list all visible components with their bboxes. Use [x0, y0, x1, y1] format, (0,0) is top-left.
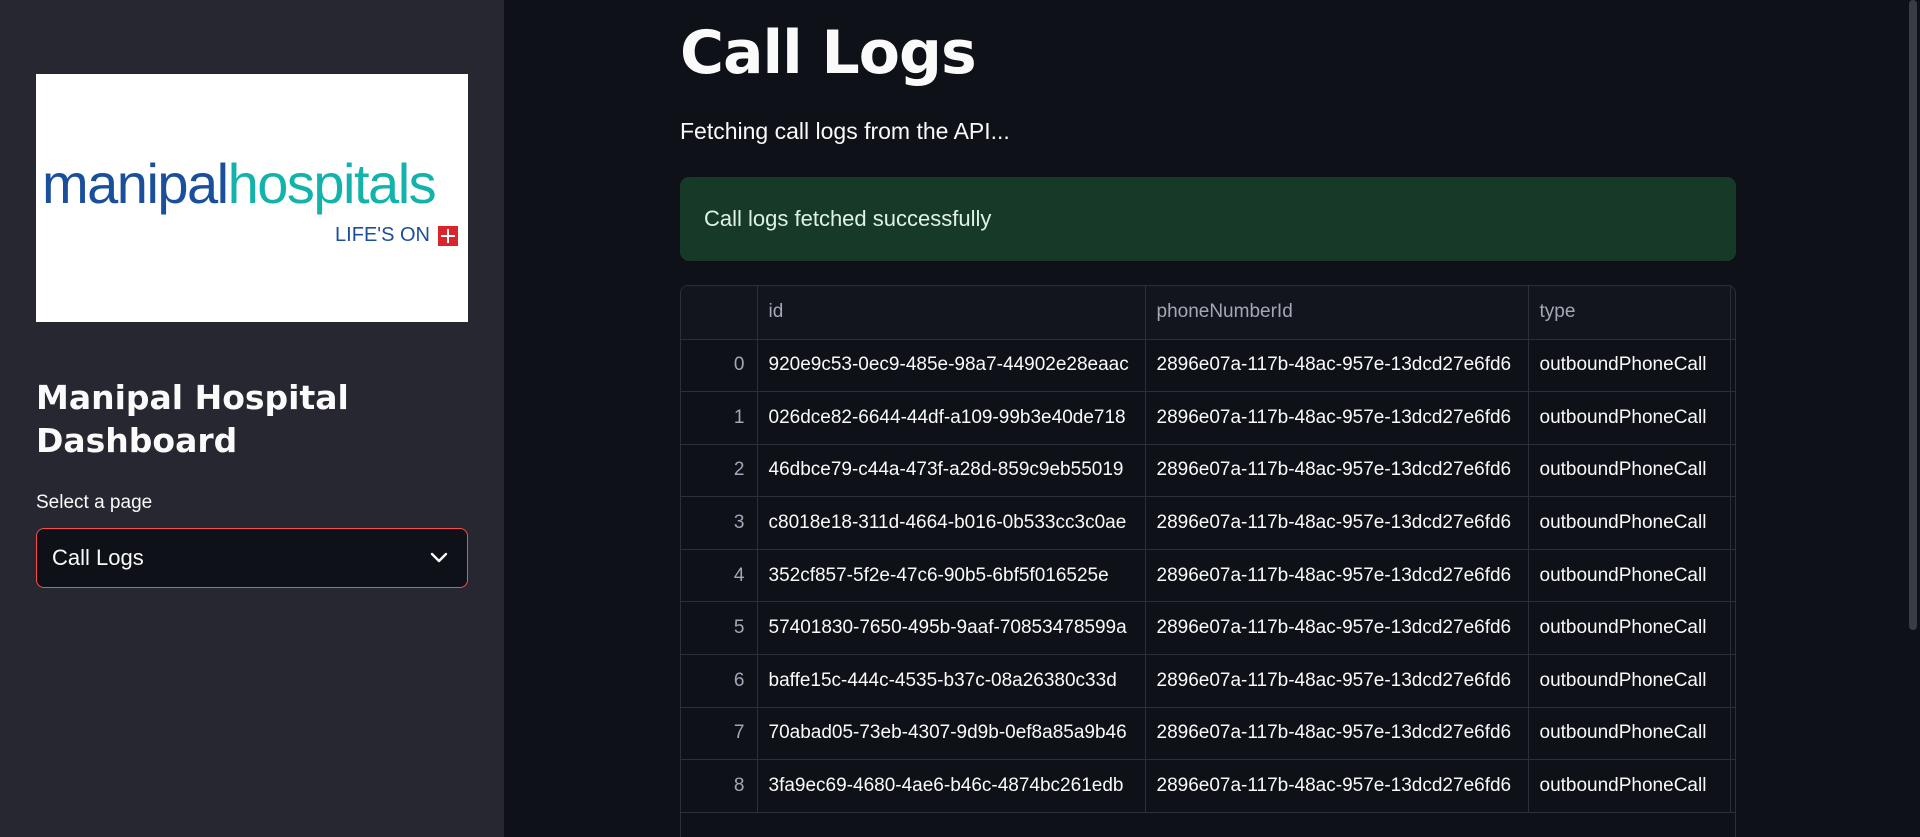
cell-type[interactable]: outboundPhoneCall	[1528, 496, 1731, 550]
table-row[interactable]: 3 c8018e18-311d-4664-b016-0b533cc3c0ae 2…	[681, 496, 1735, 550]
manipal-hospitals-logo: manipalhospitals LIFE'S ON	[36, 74, 468, 322]
row-index: 3	[681, 496, 758, 550]
cell-id[interactable]: baffe15c-444c-4535-b37c-08a26380c33d	[757, 654, 1146, 708]
cell-overflow	[1730, 601, 1735, 656]
cell-phone-number-id[interactable]: 2896e07a-117b-48ac-957e-13dcd27e6fd6	[1145, 391, 1529, 445]
select-page-label: Select a page	[36, 492, 153, 513]
main-content: Call Logs Fetching call logs from the AP…	[504, 0, 1920, 837]
cell-id[interactable]: 57401830-7650-495b-9aaf-70853478599a	[757, 601, 1146, 656]
row-index: 8	[681, 759, 758, 813]
table-row[interactable]: 5 57401830-7650-495b-9aaf-70853478599a 2…	[681, 601, 1735, 656]
cell-phone-number-id[interactable]: 2896e07a-117b-48ac-957e-13dcd27e6fd6	[1145, 444, 1529, 498]
table-row[interactable]: 4 352cf857-5f2e-47c6-90b5-6bf5f016525e 2…	[681, 549, 1735, 603]
cell-type[interactable]: outboundPhoneCall	[1528, 391, 1731, 445]
cell-overflow	[1730, 707, 1735, 761]
page-title: Call Logs	[680, 18, 977, 88]
row-index: 6	[681, 654, 758, 708]
cell-overflow	[1730, 549, 1735, 603]
page-scrollbar[interactable]	[1906, 0, 1920, 837]
cell-id[interactable]: 352cf857-5f2e-47c6-90b5-6bf5f016525e	[757, 549, 1146, 603]
cell-phone-number-id[interactable]: 2896e07a-117b-48ac-957e-13dcd27e6fd6	[1145, 549, 1529, 603]
cell-type[interactable]: outboundPhoneCall	[1528, 759, 1731, 813]
chevron-down-icon[interactable]	[429, 551, 449, 565]
sidebar-title: Manipal Hospital Dashboard	[36, 378, 349, 460]
cell-type[interactable]: outboundPhoneCall	[1528, 707, 1731, 761]
success-alert: Call logs fetched successfully	[680, 177, 1736, 261]
scrollbar-thumb[interactable]	[1909, 0, 1917, 630]
row-index: 7	[681, 707, 758, 761]
row-index: 1	[681, 391, 758, 445]
table-row[interactable]: 0 920e9c53-0ec9-485e-98a7-44902e28eaac 2…	[681, 339, 1735, 393]
call-logs-table[interactable]: id phoneNumberId type 0 920e9c53-0ec9-48…	[680, 285, 1736, 837]
row-index: 0	[681, 339, 758, 393]
logo-tagline-text: LIFE'S ON	[335, 224, 430, 246]
table-row[interactable]: 8 3fa9ec69-4680-4ae6-b46c-4874bc261edb 2…	[681, 759, 1735, 813]
cell-overflow	[1730, 759, 1735, 813]
cell-id[interactable]: 026dce82-6644-44df-a109-99b3e40de718	[757, 391, 1146, 445]
fetching-status-text: Fetching call logs from the API...	[680, 118, 1010, 144]
cell-id[interactable]: 3fa9ec69-4680-4ae6-b46c-4874bc261edb	[757, 759, 1146, 813]
table-row[interactable]: 2 46dbce79-c44a-473f-a28d-859c9eb55019 2…	[681, 444, 1735, 498]
row-index: 2	[681, 444, 758, 498]
cell-id[interactable]: 920e9c53-0ec9-485e-98a7-44902e28eaac	[757, 339, 1146, 393]
cell-type[interactable]: outboundPhoneCall	[1528, 444, 1731, 498]
table-header-row: id phoneNumberId type	[681, 286, 1735, 340]
cell-overflow	[1730, 391, 1735, 445]
cell-phone-number-id[interactable]: 2896e07a-117b-48ac-957e-13dcd27e6fd6	[1145, 654, 1529, 708]
column-header-index[interactable]	[681, 286, 758, 340]
cell-phone-number-id[interactable]: 2896e07a-117b-48ac-957e-13dcd27e6fd6	[1145, 496, 1529, 550]
column-header-overflow	[1730, 286, 1735, 340]
success-message: Call logs fetched successfully	[704, 206, 992, 231]
table-row[interactable]: 6 baffe15c-444c-4535-b37c-08a26380c33d 2…	[681, 654, 1735, 708]
red-cross-icon	[438, 225, 458, 246]
column-header-type[interactable]: type	[1528, 286, 1731, 340]
cell-overflow	[1730, 444, 1735, 498]
cell-type[interactable]: outboundPhoneCall	[1528, 654, 1731, 708]
row-index: 5	[681, 601, 758, 656]
cell-overflow	[1730, 496, 1735, 550]
cell-overflow	[1730, 654, 1735, 708]
cell-id[interactable]: 70abad05-73eb-4307-9d9b-0ef8a85a9b46	[757, 707, 1146, 761]
cell-phone-number-id[interactable]: 2896e07a-117b-48ac-957e-13dcd27e6fd6	[1145, 707, 1529, 761]
page-select-value: Call Logs	[52, 545, 144, 570]
cell-type[interactable]: outboundPhoneCall	[1528, 601, 1731, 656]
cell-phone-number-id[interactable]: 2896e07a-117b-48ac-957e-13dcd27e6fd6	[1145, 601, 1529, 656]
cell-overflow	[1730, 339, 1735, 393]
logo-word-part2: hospitals	[227, 152, 437, 215]
data-table: id phoneNumberId type 0 920e9c53-0ec9-48…	[681, 286, 1735, 813]
column-header-phone-number-id[interactable]: phoneNumberId	[1145, 286, 1529, 340]
cell-phone-number-id[interactable]: 2896e07a-117b-48ac-957e-13dcd27e6fd6	[1145, 759, 1529, 813]
cell-type[interactable]: outboundPhoneCall	[1528, 549, 1731, 603]
page-select[interactable]: Call Logs	[36, 528, 468, 588]
cell-id[interactable]: 46dbce79-c44a-473f-a28d-859c9eb55019	[757, 444, 1146, 498]
logo-tagline: LIFE'S ON	[335, 224, 458, 247]
cell-phone-number-id[interactable]: 2896e07a-117b-48ac-957e-13dcd27e6fd6	[1145, 339, 1529, 393]
sidebar: manipalhospitals LIFE'S ON Manipal Hospi…	[0, 0, 504, 837]
logo-wordmark: manipalhospitals	[42, 156, 437, 212]
table-row[interactable]: 1 026dce82-6644-44df-a109-99b3e40de718 2…	[681, 391, 1735, 445]
row-index: 4	[681, 549, 758, 603]
cell-type[interactable]: outboundPhoneCall	[1528, 339, 1731, 393]
table-row[interactable]: 7 70abad05-73eb-4307-9d9b-0ef8a85a9b46 2…	[681, 707, 1735, 761]
cell-id[interactable]: c8018e18-311d-4664-b016-0b533cc3c0ae	[757, 496, 1146, 550]
logo-word-part1: manipal	[42, 152, 229, 215]
column-header-id[interactable]: id	[757, 286, 1146, 340]
